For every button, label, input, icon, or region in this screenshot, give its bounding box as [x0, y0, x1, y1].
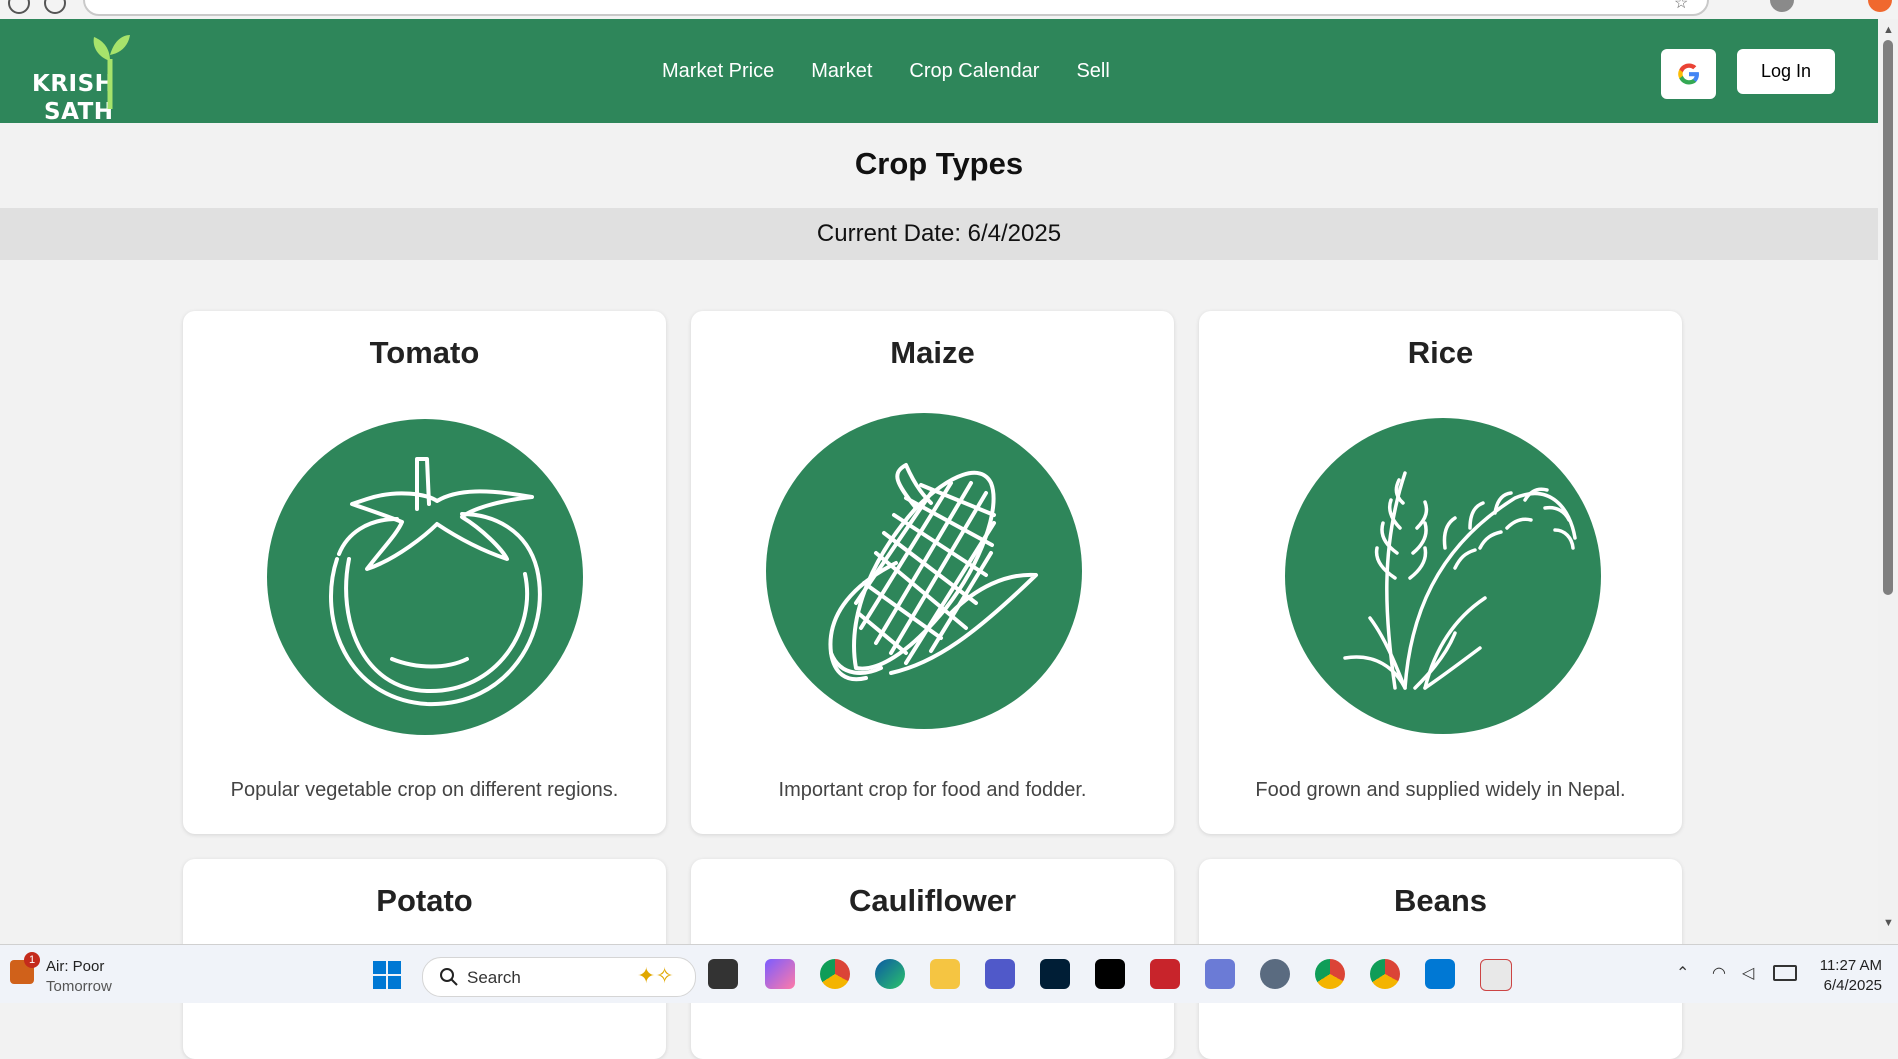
wifi-icon[interactable]: ◠ [1712, 963, 1726, 983]
photoshop-icon[interactable] [1040, 959, 1070, 989]
site-header: KRISH SATH Market Price Market Crop Cale… [0, 19, 1878, 125]
crop-name: Potato [376, 883, 473, 918]
crop-name: Tomato [369, 335, 480, 370]
rice-icon [1285, 418, 1601, 734]
login-button[interactable]: Log In [1737, 49, 1835, 94]
scroll-down-icon[interactable]: ▼ [1883, 917, 1894, 929]
sprout-icon [93, 35, 130, 109]
chrome-profile-icon[interactable] [1315, 959, 1345, 989]
search-icon [440, 968, 458, 986]
krishi-sathi-logo[interactable]: KRISH SATH [32, 29, 132, 125]
volume-icon[interactable]: ◁ [1742, 963, 1754, 983]
address-bar[interactable] [83, 0, 1709, 16]
crop-card-maize[interactable]: Maize Important crop for food and fodder… [691, 311, 1174, 834]
crop-card-tomato[interactable]: Tomato Popular vegetable crop on differe… [183, 311, 666, 834]
scroll-up-icon[interactable]: ▲ [1883, 24, 1894, 36]
app-z-icon[interactable] [1150, 959, 1180, 989]
crop-description: Food grown and supplied widely in Nepal. [1255, 779, 1626, 801]
current-date-bar: Current Date: 6/4/2025 [0, 208, 1878, 260]
page-scrollbar[interactable]: ▲ ▼ [1878, 19, 1898, 941]
windows-taskbar: 1 Air: Poor Tomorrow Search ✦✧ ⌃ ◠ ◁ 11:… [0, 944, 1898, 1003]
browser-toolbar: ☆ [0, 0, 1898, 20]
weather-title: Air: Poor [46, 958, 105, 975]
page-title: Crop Types [854, 146, 1024, 181]
crop-name: Cauliflower [848, 883, 1017, 918]
profile-icon[interactable] [1770, 0, 1794, 12]
task-view-icon[interactable] [708, 959, 738, 989]
battery-icon[interactable] [1773, 965, 1797, 981]
snipping-tool-icon[interactable] [1480, 959, 1512, 991]
copilot-sparkle-icon: ✦✧ [637, 963, 674, 988]
crop-name: Maize [890, 335, 975, 370]
corn-icon [766, 413, 1082, 729]
nav-market[interactable]: Market [811, 60, 872, 83]
capcut-icon[interactable] [1095, 959, 1125, 989]
nav-market-price[interactable]: Market Price [662, 60, 774, 83]
crop-description: Popular vegetable crop on different regi… [230, 779, 619, 801]
crop-description: Important crop for food and fodder. [778, 779, 1087, 801]
google-icon [1677, 63, 1699, 85]
settings-icon[interactable] [1260, 959, 1290, 989]
google-signin-button[interactable] [1661, 49, 1716, 99]
bookmark-star-icon[interactable]: ☆ [1674, 0, 1688, 13]
weather-subtitle: Tomorrow [46, 978, 112, 995]
crop-card-rice[interactable]: Rice Food grown and supplied widely in N… [1199, 311, 1682, 834]
crop-name: Rice [1407, 335, 1474, 370]
taskbar-search[interactable]: Search ✦✧ [422, 957, 696, 997]
file-explorer-icon[interactable] [930, 959, 960, 989]
windows-start-icon[interactable] [372, 960, 402, 990]
nav-sell[interactable]: Sell [1076, 60, 1109, 83]
clock-date[interactable]: 6/4/2025 [1812, 977, 1882, 994]
edge-icon[interactable] [875, 959, 905, 989]
teams-icon[interactable] [985, 959, 1015, 989]
scroll-thumb[interactable] [1883, 40, 1893, 595]
show-hidden-icons-icon[interactable]: ⌃ [1676, 963, 1689, 983]
back-icon[interactable] [8, 0, 30, 14]
copilot-icon[interactable] [765, 959, 795, 989]
chrome-profile-2-icon[interactable] [1370, 959, 1400, 989]
extension-icon[interactable] [1868, 0, 1892, 12]
search-placeholder: Search [467, 968, 521, 987]
tomato-icon [267, 419, 583, 735]
reload-icon[interactable] [44, 0, 66, 14]
app-a-icon[interactable] [1205, 959, 1235, 989]
clock-time[interactable]: 11:27 AM [1812, 957, 1882, 974]
main-nav: Market Price Market Crop Calendar Sell [662, 19, 1147, 123]
vscode-icon[interactable] [1425, 959, 1455, 989]
nav-crop-calendar[interactable]: Crop Calendar [909, 60, 1039, 83]
chrome-icon[interactable] [820, 959, 850, 989]
crop-name: Beans [1393, 883, 1488, 918]
weather-badge: 1 [24, 952, 40, 968]
